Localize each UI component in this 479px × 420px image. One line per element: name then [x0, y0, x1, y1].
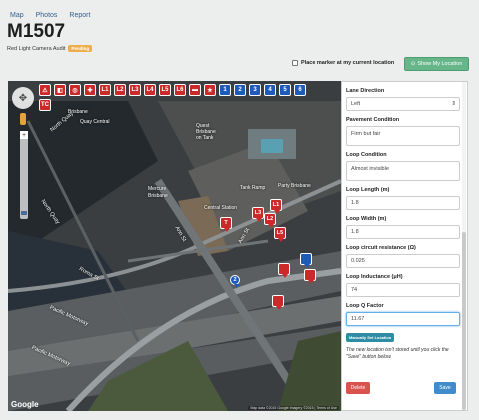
pan-arrows-icon: ✥ [18, 92, 28, 104]
page-title: M1507 [7, 21, 66, 42]
marker-2-button[interactable]: 2 [234, 84, 246, 96]
nav-map-link[interactable]: Map [10, 12, 24, 19]
map-attribution: Map data ©2015 Google Imagery ©2015 | Te… [248, 406, 339, 410]
google-logo: Google [11, 400, 39, 409]
details-form: Lane Direction Left ⇕ Pavement Condition… [346, 82, 461, 361]
loop-condition-label: Loop Condition [346, 152, 387, 158]
map-pin-t[interactable]: T [220, 217, 232, 232]
panel-scrollbar[interactable] [462, 82, 466, 410]
marker-1-button[interactable]: 1 [219, 84, 231, 96]
map-pin-red-3[interactable] [272, 295, 284, 310]
nav-photos-link[interactable]: Photos [36, 12, 58, 19]
loop-l5-button[interactable]: L5 [159, 84, 171, 96]
map-pin-red-2[interactable] [304, 269, 316, 284]
map-pin-l5[interactable]: L5 [274, 227, 286, 242]
map-pin-l3[interactable]: L3 [252, 207, 264, 222]
map-pin-camera[interactable] [278, 263, 290, 278]
loop-resistance-input[interactable]: 0.025 [346, 254, 460, 268]
map-pin-l2[interactable]: L2 [264, 213, 276, 228]
subtitle-text: Red Light Camera Audit [7, 45, 66, 52]
map-label-tank-ramp: Tank Ramp [240, 185, 266, 191]
map-label-party-brisbane: Party Brisbane [278, 183, 311, 189]
details-panel: Lane Direction Left ⇕ Pavement Condition… [341, 81, 468, 411]
place-marker-option[interactable]: Place marker at my current location [292, 60, 394, 66]
zoom-slider[interactable]: + − [20, 131, 28, 219]
loop-width-label: Loop Width (m) [346, 216, 387, 222]
show-location-label: Show My Location [417, 61, 463, 67]
map-view[interactable]: ⚠ ◧ ◎ ✚ L1 L2 L3 L4 L5 L6 ▬ ★ 1 2 3 4 5 … [8, 81, 341, 411]
manual-set-location-badge: Manually Set Location [346, 333, 395, 342]
map-label-central-station: Central Station [204, 205, 238, 211]
marker-toolbar: ⚠ ◧ ◎ ✚ L1 L2 L3 L4 L5 L6 ▬ ★ 1 2 3 4 5 … [38, 81, 307, 99]
map-label-quest-sub2: on Tank [196, 135, 214, 141]
pavement-condition-field[interactable]: Firm but fair [346, 126, 460, 146]
camera-icon[interactable]: ◧ [54, 84, 66, 96]
map-label-mercure-sub: Brisbane [148, 193, 168, 199]
cross-sign-icon[interactable]: ✚ [84, 84, 96, 96]
zoom-in-button[interactable]: + [20, 131, 28, 139]
place-marker-label: Place marker at my current location [301, 60, 395, 66]
loop-inductance-input[interactable]: 74 [346, 283, 460, 297]
delete-button[interactable]: Delete [346, 382, 370, 394]
tc-button[interactable]: TC [39, 99, 51, 111]
loop-l1-button[interactable]: L1 [99, 84, 111, 96]
map-label-mercure: Mercure [148, 186, 167, 192]
pavement-condition-label: Pavement Condition [346, 117, 400, 123]
place-marker-checkbox[interactable] [292, 60, 298, 66]
lane-direction-value: Left [351, 101, 361, 107]
marker-5-button[interactable]: 5 [279, 84, 291, 96]
marker-4-button[interactable]: 4 [264, 84, 276, 96]
loop-q-factor-label: Loop Q Factor [346, 303, 384, 309]
page-subtitle: Red Light Camera Audit Pending [7, 45, 93, 52]
map-label-brisbane: Brisbane [68, 109, 88, 115]
show-my-location-button[interactable]: ⊙ Show My Location [404, 57, 469, 71]
street-view-pegman-icon[interactable] [20, 113, 26, 125]
scrollbar-thumb[interactable] [462, 232, 466, 410]
loop-l3-button[interactable]: L3 [129, 84, 141, 96]
map-pin-2[interactable]: 2 [230, 275, 240, 288]
star-icon[interactable]: ★ [204, 84, 216, 96]
loop-condition-field[interactable]: Almost invisible [346, 161, 460, 181]
loop-l2-button[interactable]: L2 [114, 84, 126, 96]
loop-inductance-label: Loop Inductance (μH) [346, 274, 403, 280]
loop-length-label: Loop Length (m) [346, 187, 390, 193]
top-nav: Map Photos Report [0, 0, 479, 30]
target-icon: ⊙ [410, 61, 416, 67]
loop-length-input[interactable]: 1.8 [346, 196, 460, 210]
map-label-quay-central: Quay Central [80, 119, 110, 125]
lane-direction-label: Lane Direction [346, 88, 385, 94]
loop-q-factor-input[interactable]: 11.67 [346, 312, 460, 326]
ped-icon[interactable]: ▬ [189, 84, 201, 96]
nav-report-link[interactable]: Report [69, 12, 90, 19]
save-button[interactable]: Save [434, 382, 456, 394]
map-pin-blue[interactable] [300, 253, 312, 268]
pan-control[interactable]: ✥ [12, 87, 34, 109]
map-pin-l1[interactable]: L1 [270, 199, 282, 214]
loop-width-input[interactable]: 1.8 [346, 225, 460, 239]
marker-3-button[interactable]: 3 [249, 84, 261, 96]
zoom-thumb[interactable] [21, 211, 27, 215]
loop-l6-button[interactable]: L6 [174, 84, 186, 96]
loop-resistance-label: Loop circuit resistance (Ω) [346, 245, 416, 251]
save-note: The new location isn't stored until you … [346, 347, 449, 360]
loop-l4-button[interactable]: L4 [144, 84, 156, 96]
lane-direction-select[interactable]: Left ⇕ [346, 97, 460, 111]
marker-6-button[interactable]: 6 [294, 84, 306, 96]
status-badge: Pending [68, 45, 93, 52]
chevron-updown-icon: ⇕ [451, 101, 456, 107]
warning-sign-icon[interactable]: ⚠ [39, 84, 51, 96]
speed-sign-icon[interactable]: ◎ [69, 84, 81, 96]
